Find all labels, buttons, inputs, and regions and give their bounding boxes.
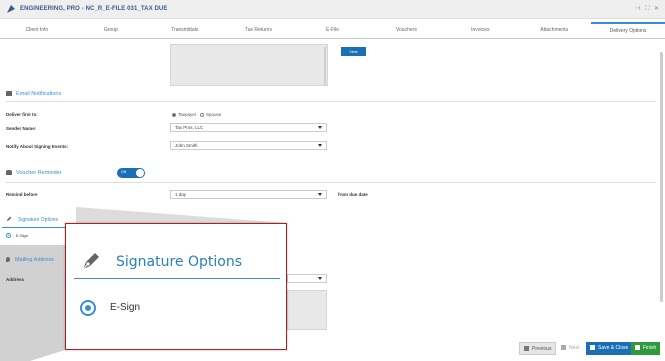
title-bar: ENGINEERING, PRO - NC_R_E-FILE 031_TAX D… bbox=[0, 0, 665, 19]
previous-label: Previous bbox=[532, 346, 552, 352]
esign-radio-small[interactable] bbox=[6, 233, 11, 238]
minimize-icon[interactable]: ⊣ bbox=[635, 6, 640, 12]
bell-icon bbox=[6, 170, 12, 176]
voucher-reminder-toggle[interactable]: ON bbox=[117, 168, 145, 178]
notify-label: Notify About Signing Events: bbox=[6, 144, 69, 149]
email-notifications-header: Email Notifications bbox=[6, 91, 61, 97]
email-notifications-title: Email Notifications bbox=[16, 91, 62, 97]
esign-label: E-Sign bbox=[110, 302, 141, 313]
remind-before-select[interactable]: 1 day bbox=[170, 190, 327, 199]
divider bbox=[6, 182, 656, 183]
remind-before-label: Remind before bbox=[6, 192, 38, 197]
signature-options-title-small: Signature Options bbox=[18, 217, 59, 223]
sender-name-label: Sender Name: bbox=[6, 126, 37, 131]
address-label: Address bbox=[6, 277, 25, 282]
close-icon[interactable]: ✕ bbox=[654, 6, 659, 12]
pen-icon bbox=[82, 253, 99, 270]
tab-e-file[interactable]: E-File bbox=[296, 22, 370, 38]
app-logo-icon bbox=[7, 5, 15, 13]
voucher-reminder-header: Voucher Reminder bbox=[6, 170, 62, 176]
notify-select[interactable]: John Smith bbox=[170, 141, 327, 150]
view-button[interactable]: View bbox=[341, 47, 366, 56]
sender-name-value: Tax Pros, LLC bbox=[175, 125, 204, 130]
toggle-text: ON bbox=[121, 170, 127, 174]
map-pin-icon bbox=[6, 257, 10, 263]
address-textarea[interactable] bbox=[287, 290, 327, 330]
spouse-label: Spouse bbox=[206, 112, 222, 117]
finish-label: Finish bbox=[643, 345, 657, 351]
signature-options-title: Signature Options bbox=[116, 254, 243, 270]
voucher-reminder-title: Voucher Reminder bbox=[16, 170, 62, 176]
pen-icon bbox=[6, 216, 12, 222]
tab-delivery-options[interactable]: Delivery Options bbox=[591, 22, 665, 38]
window-controls: ⊣ ⛶ ✕ bbox=[632, 5, 659, 13]
chevron-down-icon bbox=[318, 193, 322, 196]
divider bbox=[6, 101, 656, 102]
view-label: View bbox=[349, 49, 358, 54]
signature-options-callout: Signature Options E-Sign bbox=[65, 223, 287, 350]
divider bbox=[2, 227, 74, 228]
deliver-first-label: Deliver first to: bbox=[6, 112, 38, 117]
chevron-down-icon bbox=[318, 277, 322, 280]
remind-before-value: 1 day bbox=[175, 192, 187, 197]
next-button[interactable]: Next bbox=[557, 342, 583, 355]
taxpayer-radio[interactable] bbox=[172, 112, 176, 117]
taxpayer-label: Taxpayer bbox=[178, 112, 197, 117]
tab-group[interactable]: Group bbox=[74, 22, 148, 38]
finish-button[interactable]: Finish bbox=[631, 342, 661, 355]
tab-tax-returns[interactable]: Tax Returns bbox=[222, 22, 296, 38]
tab-invoices[interactable]: Invoices bbox=[443, 22, 517, 38]
window-title: ENGINEERING, PRO - NC_R_E-FILE 031_TAX D… bbox=[20, 6, 168, 12]
tab-attachments[interactable]: Attachments bbox=[517, 22, 591, 38]
save-close-label: Save & Close bbox=[598, 345, 629, 351]
tab-bar: Client Info Group Transmittals Tax Retur… bbox=[0, 22, 665, 39]
mailing-address-title: Mailing Address bbox=[15, 257, 54, 263]
toggle-knob bbox=[136, 169, 144, 177]
mailing-address-header: Mailing Address bbox=[6, 257, 54, 263]
save-close-button[interactable]: Save & Close bbox=[586, 342, 633, 355]
check-icon bbox=[635, 345, 640, 351]
esign-radio[interactable] bbox=[80, 300, 96, 316]
divider bbox=[74, 278, 280, 279]
next-label: Next bbox=[569, 345, 580, 351]
maximize-icon[interactable]: ⛶ bbox=[645, 6, 649, 12]
tab-transmittals[interactable]: Transmittals bbox=[148, 22, 222, 38]
scrollbar[interactable] bbox=[660, 52, 663, 302]
tab-client-info[interactable]: Client Info bbox=[0, 22, 74, 38]
address-select[interactable] bbox=[287, 274, 327, 283]
esign-label-small: E-Sign bbox=[16, 233, 29, 238]
chevron-down-icon bbox=[318, 126, 322, 129]
chevron-down-icon bbox=[318, 144, 322, 147]
notify-value: John Smith bbox=[175, 143, 198, 148]
chevron-right-icon bbox=[561, 345, 566, 351]
sender-name-select[interactable]: Tax Pros, LLC bbox=[170, 123, 327, 132]
save-icon bbox=[590, 345, 595, 351]
from-due-date-label: from due date bbox=[338, 192, 368, 197]
spouse-radio[interactable] bbox=[200, 112, 205, 117]
chevron-left-icon bbox=[524, 346, 529, 352]
deliver-first-radios: Taxpayer Spouse bbox=[172, 112, 221, 117]
previous-button[interactable]: Previous bbox=[519, 342, 557, 355]
message-textarea[interactable] bbox=[170, 44, 328, 86]
envelope-icon bbox=[6, 91, 12, 97]
tab-vouchers[interactable]: Vouchers bbox=[369, 22, 443, 38]
